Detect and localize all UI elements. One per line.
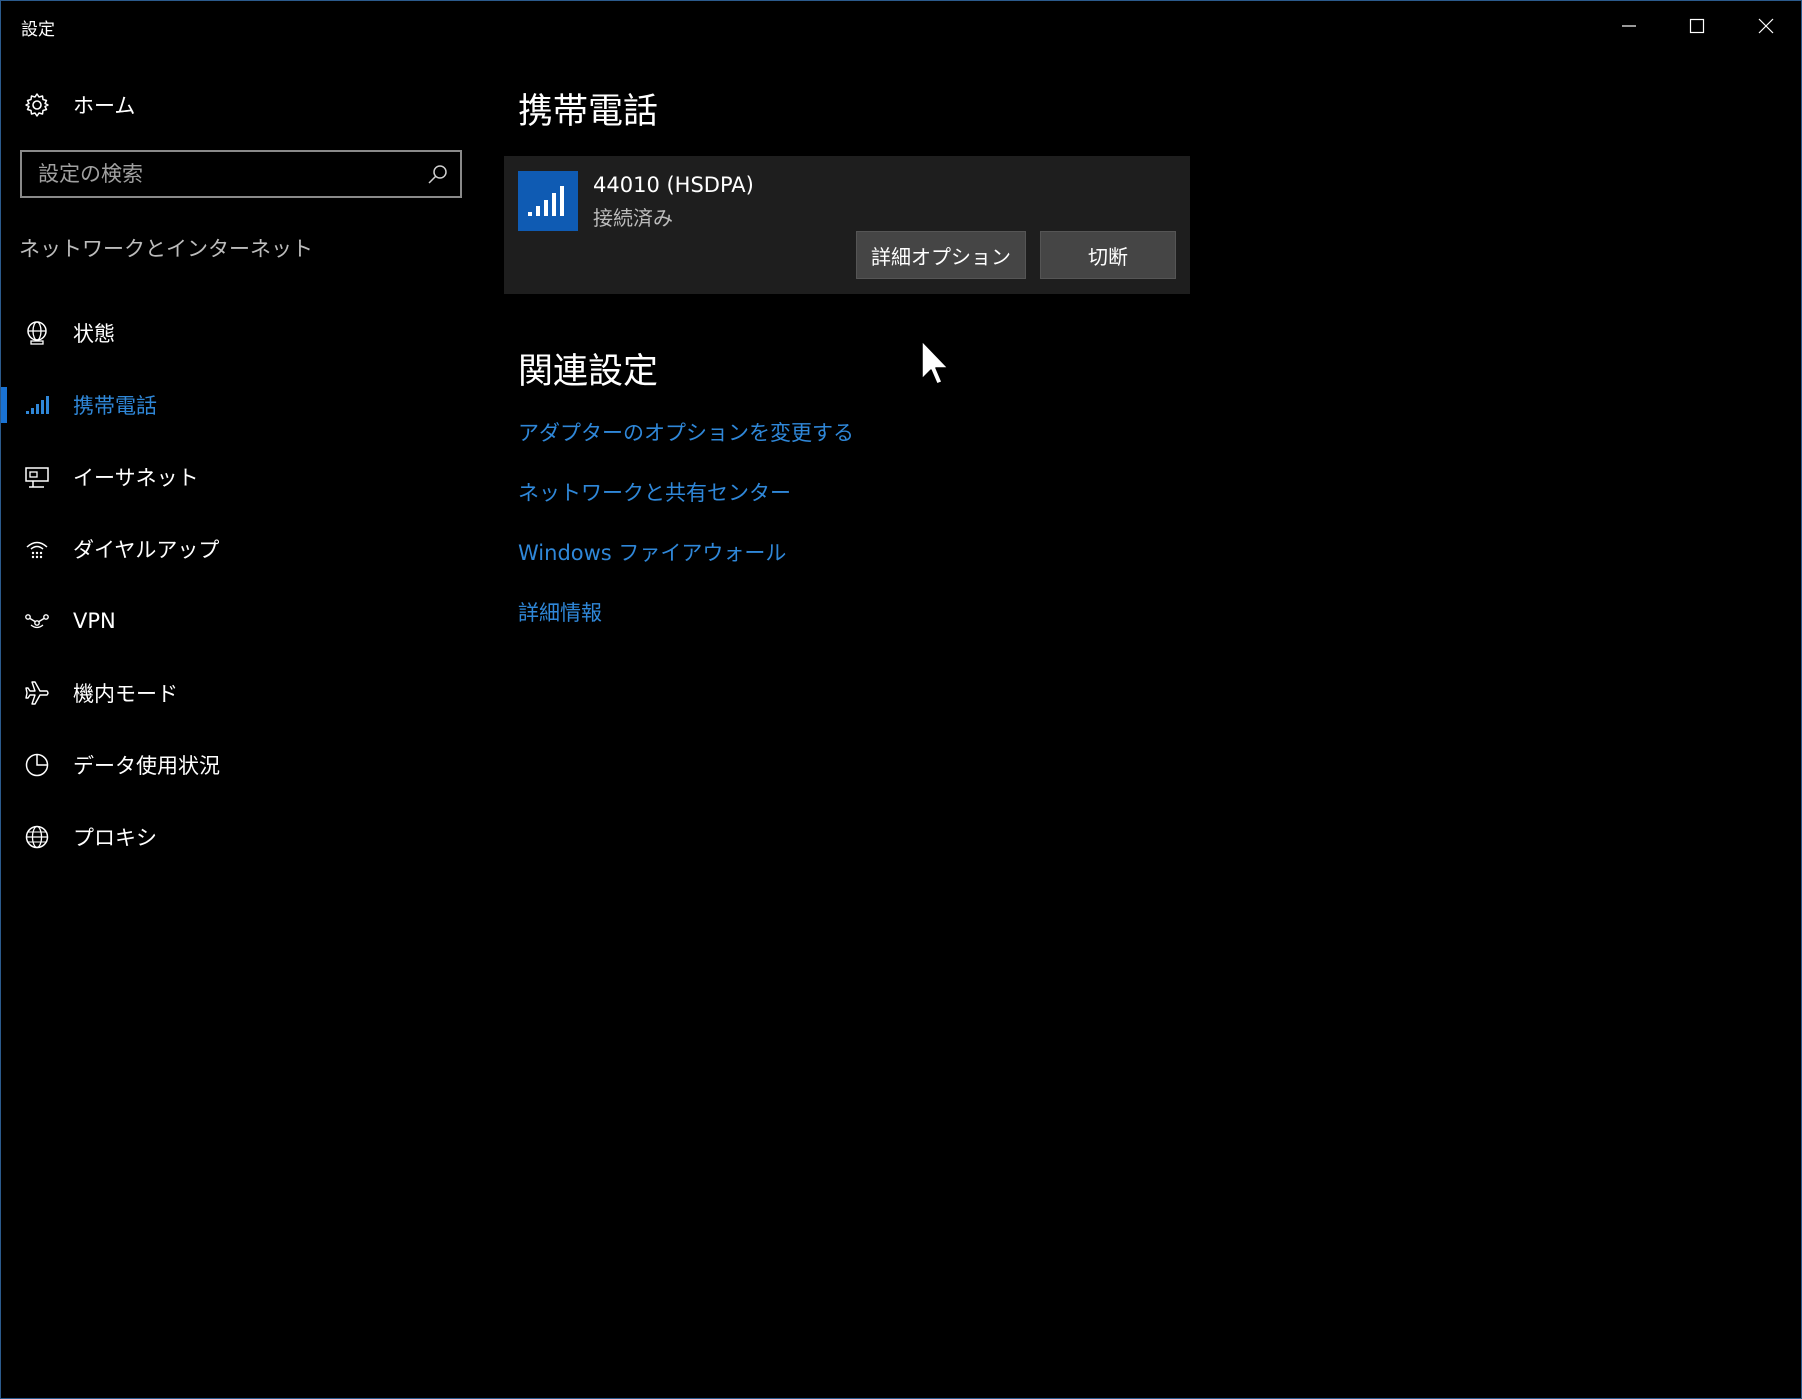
cellular-signal-icon: [23, 391, 51, 419]
globe-status-icon: [23, 319, 51, 347]
disconnect-button[interactable]: 切断: [1040, 231, 1176, 279]
nav-item-proxy[interactable]: プロキシ: [1, 801, 471, 873]
maximize-icon: [1689, 18, 1705, 34]
nav-home[interactable]: ホーム: [23, 85, 463, 125]
search-box: [20, 150, 462, 198]
nav-item-label: イーサネット: [73, 466, 199, 490]
cellular-connection-card[interactable]: 44010 (HSDPA) 接続済み 詳細オプション 切断: [504, 156, 1190, 294]
section-title: ネットワークとインターネット: [19, 237, 313, 261]
connection-name: 44010 (HSDPA): [593, 173, 754, 197]
close-button[interactable]: [1732, 1, 1800, 51]
nav-item-label: VPN: [73, 609, 116, 633]
title-bar: 設定: [1, 1, 1801, 51]
nav-item-data-usage[interactable]: データ使用状況: [1, 729, 471, 801]
nav-item-dialup[interactable]: ダイヤルアップ: [1, 513, 471, 585]
cellular-signal-icon: [528, 186, 564, 216]
ethernet-icon: [23, 463, 51, 491]
related-links: アダプターのオプションを変更する ネットワークと共有センター Windows フ…: [518, 417, 854, 657]
window-title: 設定: [21, 20, 55, 40]
maximize-button[interactable]: [1663, 1, 1731, 51]
minimize-button[interactable]: [1595, 1, 1663, 51]
nav-item-label: 状態: [73, 322, 115, 346]
close-icon: [1758, 18, 1774, 34]
minimize-icon: [1622, 25, 1636, 27]
nav-item-label: ダイヤルアップ: [73, 538, 220, 562]
settings-window: 設定 ホーム ネットワークとインターネット: [0, 0, 1802, 1399]
nav-item-label: プロキシ: [73, 826, 157, 850]
search-icon[interactable]: [426, 162, 450, 186]
link-adapter-options[interactable]: アダプターのオプションを変更する: [518, 417, 854, 477]
nav-item-label: 機内モード: [73, 682, 178, 706]
nav-item-cellular[interactable]: 携帯電話: [1, 369, 471, 441]
nav-item-label: 携帯電話: [73, 394, 157, 418]
connection-status: 接続済み: [593, 206, 673, 230]
nav-item-vpn[interactable]: VPN: [1, 585, 471, 657]
data-usage-icon: [23, 751, 51, 779]
nav-item-ethernet[interactable]: イーサネット: [1, 441, 471, 513]
vpn-icon: [23, 607, 51, 635]
connection-tile: [518, 171, 578, 231]
search-input[interactable]: [22, 152, 418, 196]
gear-icon: [23, 91, 51, 119]
nav-list: 状態 携帯電話 イーサネット ダイヤルアップ VPN 機内モード データ使用状況…: [1, 297, 471, 873]
link-more-info[interactable]: 詳細情報: [518, 597, 854, 657]
link-windows-firewall[interactable]: Windows ファイアウォール: [518, 537, 854, 597]
nav-item-airplane[interactable]: 機内モード: [1, 657, 471, 729]
link-network-sharing-center[interactable]: ネットワークと共有センター: [518, 477, 854, 537]
active-indicator: [1, 387, 7, 423]
dialup-icon: [23, 535, 51, 563]
related-settings-title: 関連設定: [518, 352, 659, 392]
mouse-cursor-icon: [921, 340, 949, 385]
nav-home-label: ホーム: [73, 94, 136, 118]
page-title: 携帯電話: [518, 92, 659, 132]
globe-icon: [23, 823, 51, 851]
nav-item-status[interactable]: 状態: [1, 297, 471, 369]
nav-item-label: データ使用状況: [73, 754, 220, 778]
advanced-options-button[interactable]: 詳細オプション: [856, 231, 1026, 279]
airplane-icon: [23, 679, 51, 707]
